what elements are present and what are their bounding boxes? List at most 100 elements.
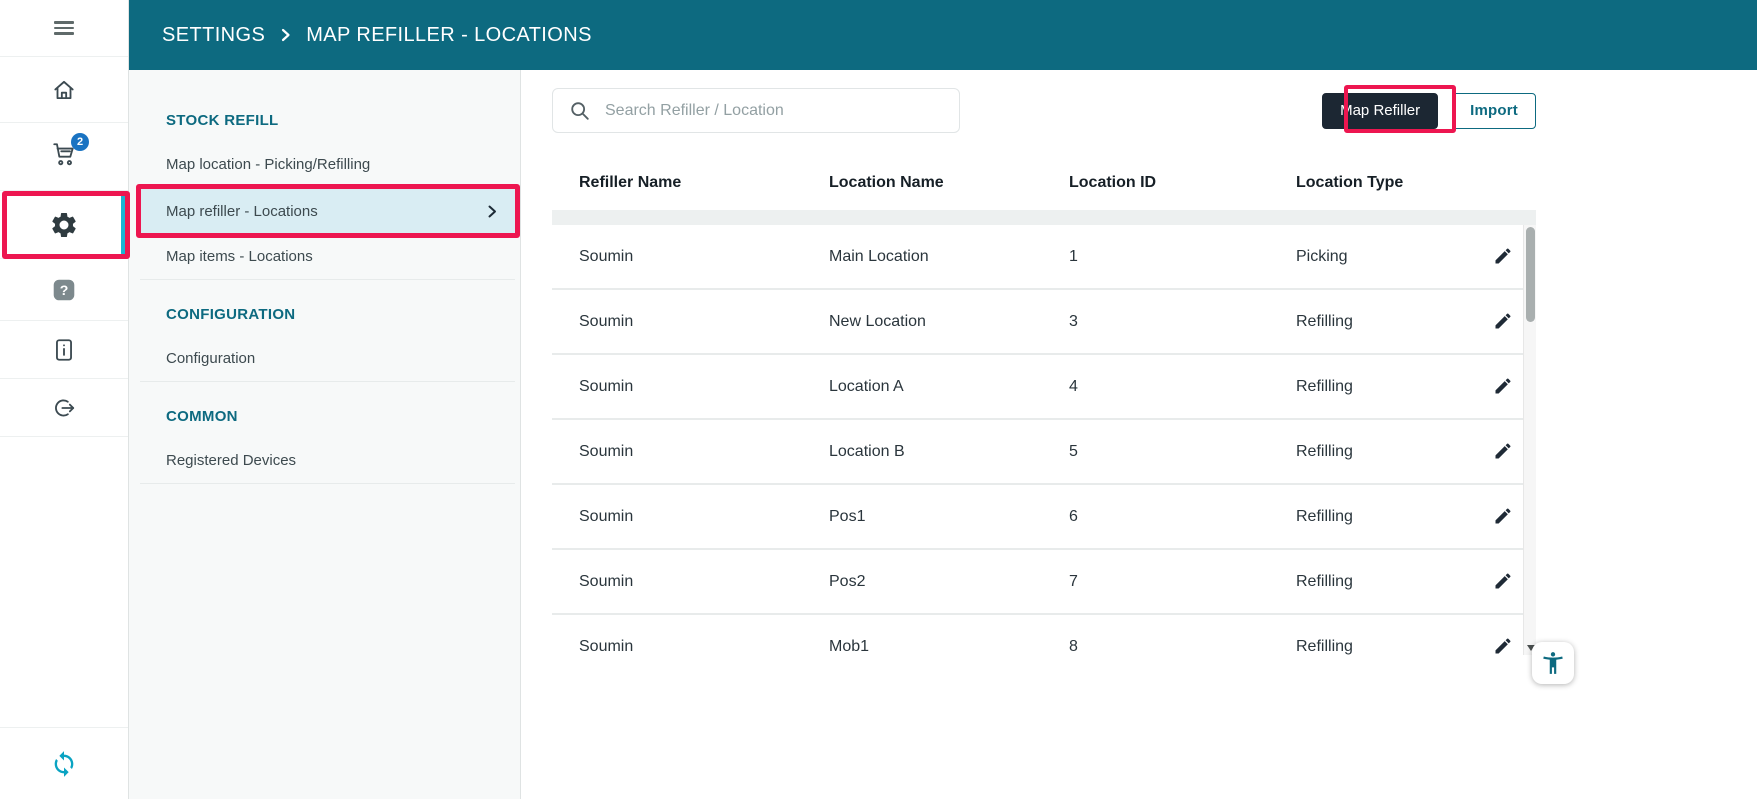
cell-location-type: Refilling bbox=[1296, 313, 1489, 331]
table-row[interactable]: Soumin Pos1 6 Refilling bbox=[552, 485, 1536, 550]
cell-location-type: Refilling bbox=[1296, 378, 1489, 396]
cell-location-id: 8 bbox=[1069, 638, 1296, 656]
nav-section-title: STOCK REFILL bbox=[129, 112, 520, 132]
table-header-gap bbox=[552, 210, 1536, 225]
header-refiller-name: Refiller Name bbox=[579, 174, 829, 192]
gear-icon bbox=[49, 210, 79, 240]
nav-item[interactable]: Map refiller - Locations bbox=[140, 188, 515, 234]
breadcrumb-chevron-icon bbox=[280, 27, 291, 43]
search-box[interactable] bbox=[552, 88, 960, 133]
content-area: STOCK REFILL Map location - Picking/Refi… bbox=[129, 70, 1757, 799]
edit-pencil-icon bbox=[1493, 441, 1513, 461]
header-location-name: Location Name bbox=[829, 174, 1069, 192]
search-icon bbox=[569, 100, 591, 122]
sidebar-item-info[interactable] bbox=[0, 321, 128, 379]
sidebar-item-settings[interactable] bbox=[0, 191, 128, 259]
nav-item[interactable]: Configuration bbox=[140, 336, 515, 382]
table-body: Soumin Main Location 1 Picking Soumin Ne… bbox=[552, 225, 1536, 655]
sync-icon bbox=[50, 750, 78, 778]
edit-pencil-icon bbox=[1493, 246, 1513, 266]
nav-item[interactable]: Map location - Picking/Refilling bbox=[140, 142, 515, 188]
cell-location-id: 7 bbox=[1069, 573, 1296, 591]
logout-icon bbox=[51, 395, 77, 421]
nav-item-label: Configuration bbox=[166, 350, 255, 367]
scrollbar-thumb[interactable] bbox=[1526, 227, 1535, 322]
accessibility-widget-button[interactable] bbox=[1532, 642, 1574, 684]
edit-pencil-icon bbox=[1493, 311, 1513, 331]
nav-section: STOCK REFILL Map location - Picking/Refi… bbox=[129, 112, 520, 280]
edit-pencil-icon bbox=[1493, 506, 1513, 526]
sidebar-item-help[interactable]: ? bbox=[0, 259, 128, 321]
edit-button[interactable] bbox=[1489, 372, 1517, 400]
table-row[interactable]: Soumin Main Location 1 Picking bbox=[552, 225, 1536, 290]
cell-location-type: Picking bbox=[1296, 248, 1489, 266]
table-scrollbar[interactable] bbox=[1523, 225, 1536, 655]
table-row[interactable]: Soumin Location B 5 Refilling bbox=[552, 420, 1536, 485]
sync-button[interactable] bbox=[0, 727, 128, 799]
cell-location-type: Refilling bbox=[1296, 508, 1489, 526]
nav-section: COMMON Registered Devices bbox=[129, 408, 520, 484]
cell-refiller-name: Soumin bbox=[579, 508, 829, 526]
import-button[interactable]: Import bbox=[1452, 93, 1536, 129]
cell-location-name: Location B bbox=[829, 443, 1069, 461]
nav-section-title: CONFIGURATION bbox=[129, 306, 520, 326]
edit-button[interactable] bbox=[1489, 307, 1517, 335]
cell-location-id: 6 bbox=[1069, 508, 1296, 526]
cell-refiller-name: Soumin bbox=[579, 313, 829, 331]
edit-button[interactable] bbox=[1489, 567, 1517, 595]
svg-text:?: ? bbox=[60, 281, 69, 297]
table-row[interactable]: Soumin Mob1 8 Refilling bbox=[552, 615, 1536, 655]
edit-pencil-icon bbox=[1493, 636, 1513, 655]
nav-item-label: Map items - Locations bbox=[166, 248, 313, 265]
sidebar-item-logout[interactable] bbox=[0, 379, 128, 437]
cell-location-name: New Location bbox=[829, 313, 1069, 331]
cell-location-type: Refilling bbox=[1296, 443, 1489, 461]
table-row[interactable]: Soumin Pos2 7 Refilling bbox=[552, 550, 1536, 615]
cart-badge: 2 bbox=[71, 133, 89, 151]
toolbar: Map Refiller Import bbox=[552, 88, 1536, 133]
cell-location-type: Refilling bbox=[1296, 573, 1489, 591]
info-document-icon bbox=[51, 337, 77, 363]
menu-button[interactable] bbox=[0, 0, 128, 57]
chevron-right-icon bbox=[487, 204, 497, 219]
table-row[interactable]: Soumin New Location 3 Refilling bbox=[552, 290, 1536, 355]
nav-section-title: COMMON bbox=[129, 408, 520, 428]
table-header-row: Refiller Name Location Name Location ID … bbox=[552, 155, 1536, 210]
cell-location-type: Refilling bbox=[1296, 638, 1489, 656]
cell-location-id: 1 bbox=[1069, 248, 1296, 266]
cell-location-name: Pos2 bbox=[829, 573, 1069, 591]
map-refiller-button[interactable]: Map Refiller bbox=[1322, 93, 1438, 129]
nav-item-label: Map location - Picking/Refilling bbox=[166, 156, 370, 173]
top-header-bar: SETTINGS MAP REFILLER - LOCATIONS bbox=[129, 0, 1757, 70]
cell-location-name: Mob1 bbox=[829, 638, 1069, 656]
nav-item[interactable]: Map items - Locations bbox=[140, 234, 515, 280]
refiller-locations-table: Refiller Name Location Name Location ID … bbox=[552, 155, 1536, 655]
header-location-type: Location Type bbox=[1296, 174, 1489, 192]
table-row[interactable]: Soumin Location A 4 Refilling bbox=[552, 355, 1536, 420]
header-location-id: Location ID bbox=[1069, 174, 1296, 192]
sidebar-item-home[interactable] bbox=[0, 57, 128, 123]
toolbar-actions: Map Refiller Import bbox=[1322, 93, 1536, 129]
cell-refiller-name: Soumin bbox=[579, 573, 829, 591]
cell-location-id: 4 bbox=[1069, 378, 1296, 396]
sidebar-item-orders[interactable]: 2 bbox=[0, 123, 128, 191]
edit-button[interactable] bbox=[1489, 632, 1517, 655]
nav-item[interactable]: Registered Devices bbox=[140, 438, 515, 484]
cell-refiller-name: Soumin bbox=[579, 638, 829, 656]
breadcrumb-settings[interactable]: SETTINGS bbox=[162, 24, 265, 47]
edit-pencil-icon bbox=[1493, 571, 1513, 591]
cell-location-name: Location A bbox=[829, 378, 1069, 396]
accessibility-icon bbox=[1540, 650, 1566, 676]
main-panel: Map Refiller Import Refiller Name Locati… bbox=[521, 70, 1757, 799]
icon-sidebar: 2 ? bbox=[0, 0, 129, 799]
cell-location-id: 5 bbox=[1069, 443, 1296, 461]
edit-pencil-icon bbox=[1493, 376, 1513, 396]
right-column: SETTINGS MAP REFILLER - LOCATIONS STOCK … bbox=[129, 0, 1757, 799]
side-nav: STOCK REFILL Map location - Picking/Refi… bbox=[129, 70, 521, 799]
edit-button[interactable] bbox=[1489, 437, 1517, 465]
edit-button[interactable] bbox=[1489, 502, 1517, 530]
search-input[interactable] bbox=[605, 102, 959, 120]
nav-item-label: Map refiller - Locations bbox=[166, 203, 318, 220]
edit-button[interactable] bbox=[1489, 242, 1517, 270]
cell-location-name: Main Location bbox=[829, 248, 1069, 266]
